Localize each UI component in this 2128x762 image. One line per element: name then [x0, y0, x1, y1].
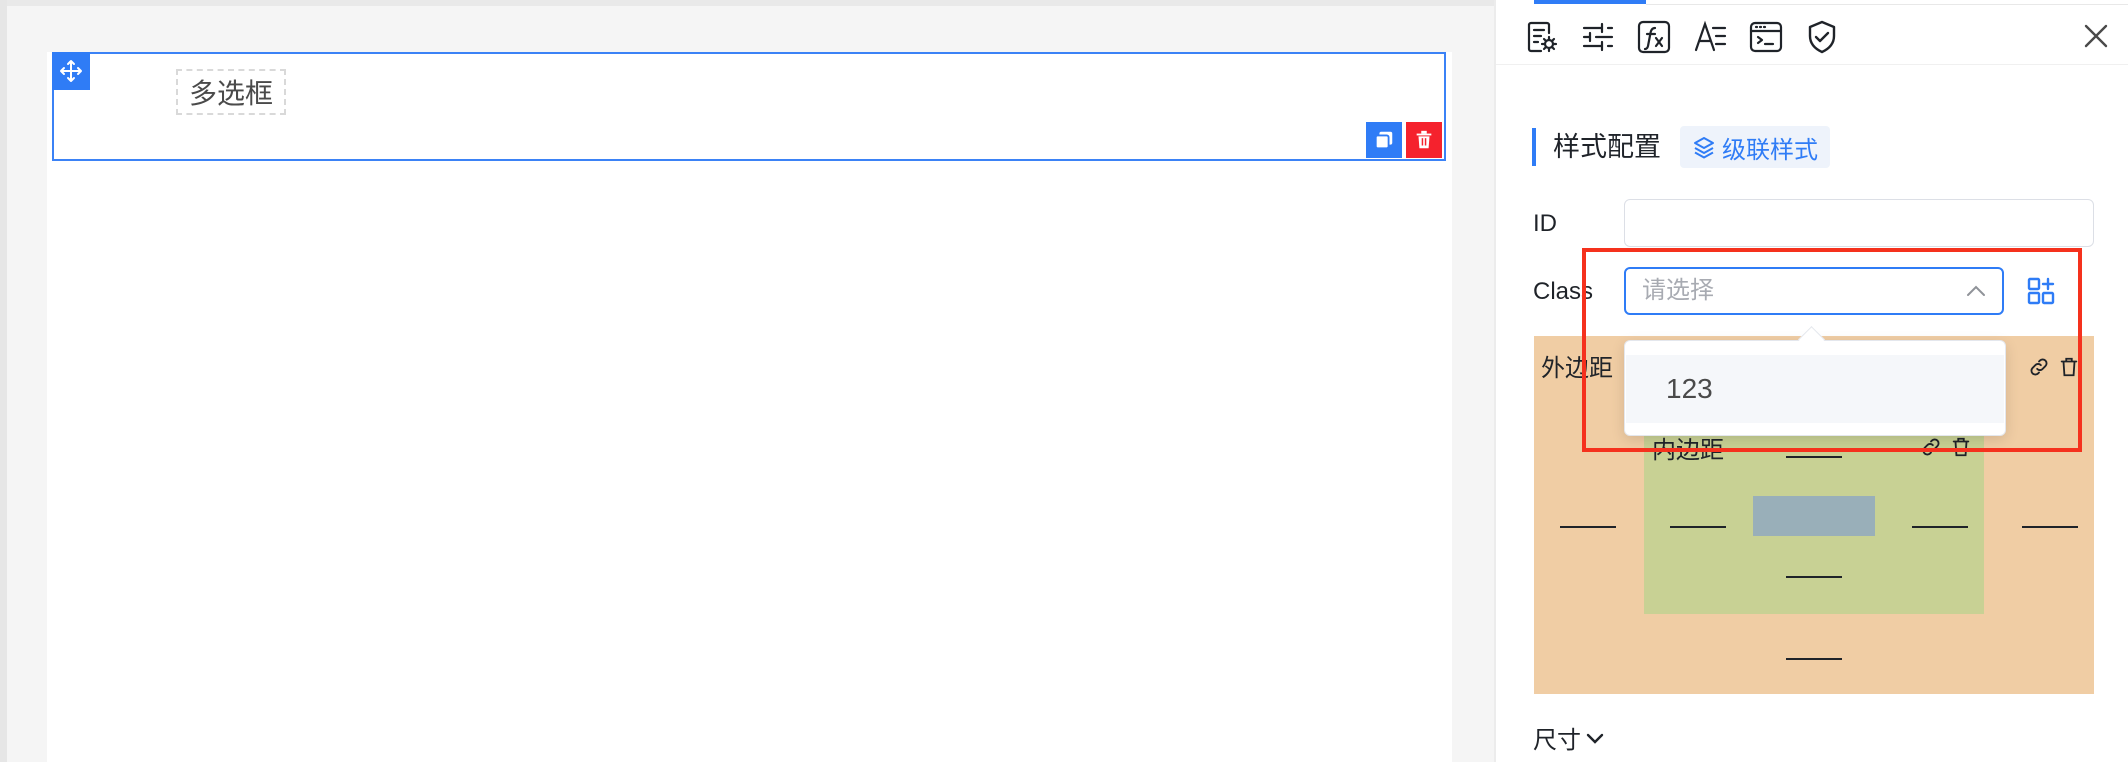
section-accent-bar: [1532, 128, 1536, 166]
delete-widget-button[interactable]: [1406, 122, 1442, 158]
margin-right-input[interactable]: [2022, 498, 2078, 528]
trash-icon: [1416, 130, 1432, 149]
margin-bottom-input[interactable]: [1786, 630, 1842, 660]
sliders-icon[interactable]: [1579, 18, 1617, 56]
class-label: Class: [1533, 278, 1594, 305]
script-icon[interactable]: [1747, 18, 1785, 56]
copy-icon: [1374, 131, 1393, 150]
content-box: [1753, 496, 1875, 536]
panel-separator: [1496, 64, 2128, 65]
checkbox-widget-selected[interactable]: 多选框: [52, 52, 1446, 161]
class-select[interactable]: 请选择: [1624, 267, 2004, 315]
canvas-top-border: [0, 0, 1494, 6]
trash-icon[interactable]: [1950, 436, 1972, 458]
margin-label: 外边距: [1541, 355, 1613, 382]
size-section-toggle[interactable]: 尺寸: [1533, 720, 1607, 755]
active-tab-indicator: [1534, 0, 1646, 4]
class-option[interactable]: 123: [1626, 355, 2004, 423]
padding-bottom-input[interactable]: [1786, 548, 1842, 578]
padding-tools: [1920, 436, 1972, 458]
canvas-left-border: [0, 0, 7, 762]
link-icon[interactable]: [2028, 356, 2050, 378]
grid-add-icon: [2027, 277, 2055, 305]
copy-widget-button[interactable]: [1366, 122, 1402, 158]
link-icon[interactable]: [1920, 436, 1942, 458]
add-class-button[interactable]: [2024, 274, 2058, 308]
id-input[interactable]: [1624, 199, 2094, 247]
form-settings-icon[interactable]: [1523, 18, 1561, 56]
close-icon: [2084, 24, 2108, 48]
margin-left-input[interactable]: [1560, 498, 1616, 528]
margin-tools: [2028, 356, 2080, 378]
cascade-style-label: 级联样式: [1722, 136, 1818, 164]
checkbox-widget-label[interactable]: 多选框: [176, 69, 286, 115]
text-style-icon[interactable]: [1691, 18, 1729, 56]
panel-top-border: [1646, 4, 2128, 5]
id-label: ID: [1533, 210, 1557, 237]
class-select-placeholder: 请选择: [1642, 277, 1714, 304]
size-label: 尺寸: [1533, 727, 1581, 754]
move-icon: [60, 60, 82, 82]
padding-left-input[interactable]: [1670, 498, 1726, 528]
function-icon[interactable]: [1635, 18, 1673, 56]
class-dropdown: 123: [1624, 340, 2006, 436]
chevron-down-icon: [1586, 733, 1604, 744]
layers-icon: [1694, 137, 1714, 159]
move-handle[interactable]: [52, 52, 90, 90]
shield-check-icon[interactable]: [1803, 18, 1841, 56]
section-title: 样式配置: [1553, 132, 1661, 162]
padding-right-input[interactable]: [1912, 498, 1968, 528]
cascade-style-button[interactable]: 级联样式: [1680, 126, 1830, 168]
trash-icon[interactable]: [2058, 356, 2080, 378]
chevron-up-icon: [1967, 285, 1985, 296]
close-panel-button[interactable]: [2078, 18, 2114, 54]
